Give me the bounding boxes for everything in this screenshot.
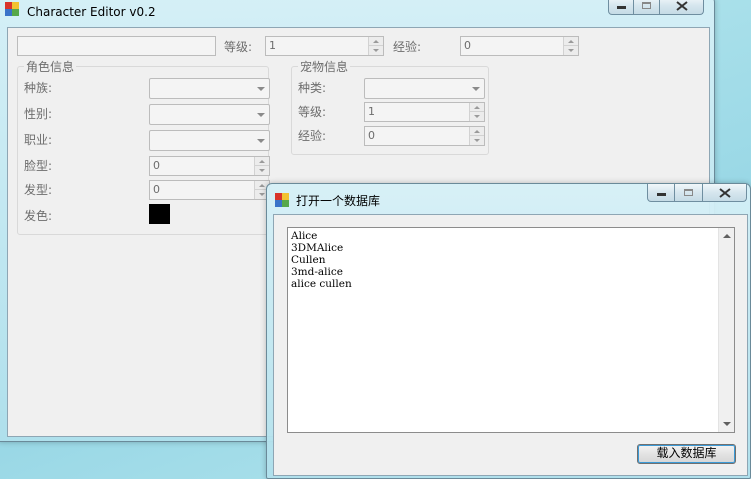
pet-species-label: 种类:: [298, 81, 327, 95]
hair-label: 发型:: [24, 183, 53, 197]
dialog-title: 打开一个数据库: [296, 194, 381, 208]
list-item[interactable]: 3DMAlice: [291, 242, 352, 254]
exp-label: 经验:: [393, 40, 422, 54]
pet-level-down-arrow[interactable]: [470, 112, 484, 121]
pet-info-group: 宠物信息 种类: 等级: 1 经验: 0: [291, 58, 489, 155]
exp-stepper[interactable]: 0: [460, 36, 579, 56]
pet-exp-down-arrow[interactable]: [470, 136, 484, 145]
face-stepper[interactable]: 0: [149, 156, 270, 176]
level-value: 1: [269, 39, 276, 52]
pet-level-value: 1: [368, 105, 375, 118]
pet-level-up-arrow[interactable]: [470, 103, 484, 112]
close-icon: [719, 188, 731, 198]
app-icon: [5, 2, 19, 16]
exp-down-arrow[interactable]: [564, 46, 578, 55]
haircolor-label: 发色:: [24, 209, 53, 223]
haircolor-swatch[interactable]: [149, 204, 170, 224]
list-item[interactable]: Cullen: [291, 254, 352, 266]
listbox-scrollbar[interactable]: [718, 228, 734, 432]
gender-dropdown[interactable]: [149, 104, 270, 125]
race-dropdown[interactable]: [149, 78, 270, 99]
level-down-arrow[interactable]: [369, 46, 383, 55]
pet-exp-value: 0: [368, 129, 375, 142]
dialog-app-icon: [275, 193, 289, 207]
face-up-arrow[interactable]: [255, 157, 269, 166]
list-item[interactable]: 3md-alice: [291, 266, 352, 278]
maximize-icon: [684, 189, 693, 196]
dialog-minimize-button[interactable]: [647, 184, 675, 202]
pet-level-stepper[interactable]: 1: [364, 102, 485, 122]
hair-stepper[interactable]: 0: [149, 180, 270, 200]
exp-up-arrow[interactable]: [564, 37, 578, 46]
chevron-down-icon: [257, 87, 265, 91]
character-name-input[interactable]: [17, 36, 216, 56]
job-dropdown[interactable]: [149, 130, 270, 151]
dialog-close-button[interactable]: [703, 184, 747, 202]
pet-group-title: 宠物信息: [298, 58, 351, 75]
job-label: 职业:: [24, 133, 53, 147]
dialog-titlebar[interactable]: 打开一个数据库: [267, 184, 750, 208]
scroll-up-arrow[interactable]: [719, 228, 734, 244]
hair-value: 0: [153, 183, 160, 196]
dialog-client-area: Alice 3DMAlice Cullen 3md-alice alice cullen…: [273, 214, 748, 476]
chevron-down-icon: [257, 113, 265, 117]
pet-species-dropdown[interactable]: [364, 78, 485, 99]
pet-level-label: 等级:: [298, 105, 327, 119]
maximize-icon: [642, 2, 651, 9]
list-item[interactable]: Alice: [291, 230, 352, 242]
database-list: Alice 3DMAlice Cullen 3md-alice alice cullen: [291, 230, 352, 290]
dialog-maximize-button[interactable]: [675, 184, 703, 202]
gender-label: 性别:: [24, 107, 53, 121]
minimize-icon: [657, 193, 666, 196]
character-group-title: 角色信息: [24, 58, 77, 75]
race-label: 种族:: [24, 81, 53, 95]
character-info-group: 角色信息 种族: 性别: 职业: 脸型: 0 发型: 0 发色:: [17, 58, 270, 235]
main-titlebar[interactable]: Character Editor v0.2: [0, 0, 714, 21]
minimize-icon: [617, 6, 626, 9]
pet-exp-stepper[interactable]: 0: [364, 126, 485, 146]
face-down-arrow[interactable]: [255, 166, 269, 175]
level-stepper[interactable]: 1: [265, 36, 384, 56]
chevron-down-icon: [472, 87, 480, 91]
face-value: 0: [153, 159, 160, 172]
open-database-dialog: 打开一个数据库 Alice 3DMAlice Cullen 3md-alice alic…: [266, 183, 751, 479]
database-listbox[interactable]: Alice 3DMAlice Cullen 3md-alice alice cullen: [287, 227, 735, 433]
scroll-down-arrow[interactable]: [719, 416, 734, 432]
level-label: 等级:: [224, 40, 253, 54]
pet-exp-label: 经验:: [298, 129, 327, 143]
minimize-button[interactable]: [608, 0, 634, 15]
close-button[interactable]: [660, 0, 704, 15]
maximize-button[interactable]: [634, 0, 660, 15]
chevron-down-icon: [257, 139, 265, 143]
exp-value: 0: [464, 39, 471, 52]
list-item[interactable]: alice cullen: [291, 278, 352, 290]
pet-exp-up-arrow[interactable]: [470, 127, 484, 136]
face-label: 脸型:: [24, 159, 53, 173]
close-icon: [676, 1, 688, 11]
level-up-arrow[interactable]: [369, 37, 383, 46]
main-window-title: Character Editor v0.2: [27, 5, 156, 19]
load-database-button[interactable]: 载入数据库: [637, 444, 736, 464]
